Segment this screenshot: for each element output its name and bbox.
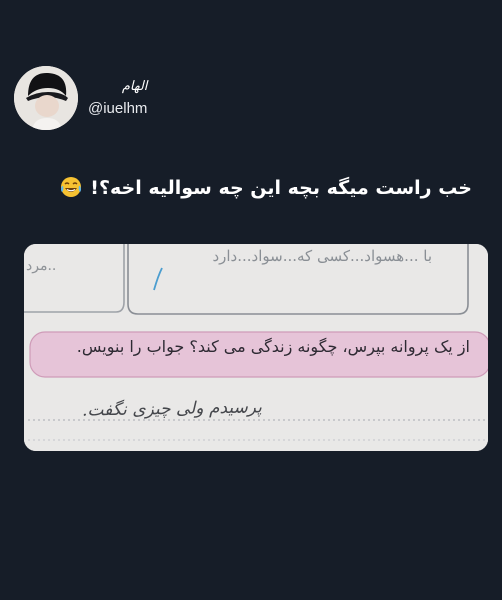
handwritten-answer: پرسیدم ولی چیزی نگفت. [81,397,263,421]
author-name[interactable]: الهام [94,79,148,94]
tweet-text: خب راست میگه بچه این چه سوالیه اخه؟! [90,177,472,199]
worksheet-top-left-text: ..مرد [26,258,57,274]
worksheet-top-line: با ...هسواد...کسی که...سواد...دارد [212,247,432,265]
attached-photo[interactable]: با ...هسواد...کسی که...سواد...دارد ..مرد… [24,244,488,451]
avatar[interactable] [14,66,78,130]
worksheet-question: از یک پروانه بپرس، چگونه زندگی می کند؟ ج… [76,337,470,356]
author-handle[interactable]: @iuelhm [88,100,147,117]
tweet-header: الهام @iuelhm [14,66,147,130]
profile-avatar-icon [14,66,78,130]
tweet-body: خب راست میگه بچه این چه سوالیه اخه؟! [32,174,472,202]
tears-of-joy-emoji-icon [60,177,81,197]
